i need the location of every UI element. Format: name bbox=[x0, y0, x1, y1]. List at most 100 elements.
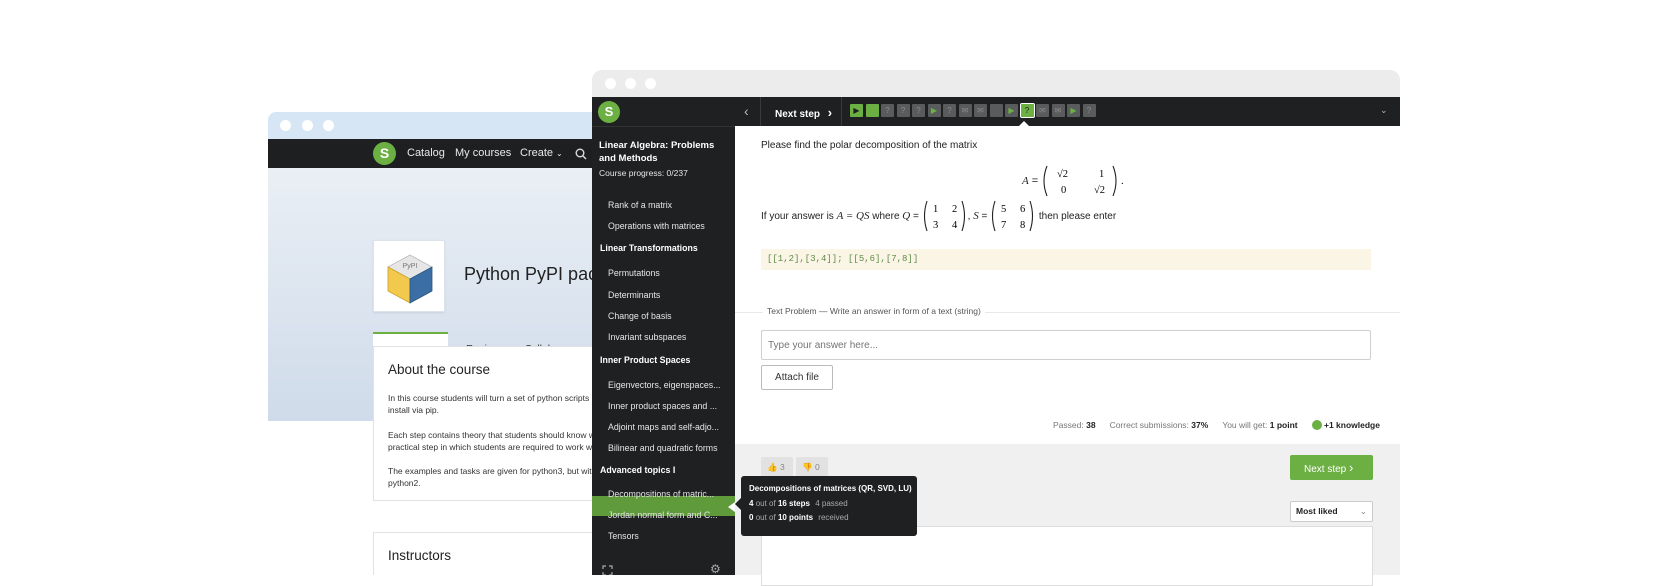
search-icon[interactable] bbox=[575, 148, 587, 160]
window-dot bbox=[280, 120, 291, 131]
back-arrow-icon[interactable]: ‹ bbox=[744, 103, 749, 119]
matrix-q: 1 2 3 4 bbox=[923, 200, 965, 232]
sidebar-lesson-item[interactable]: Operations with matrices bbox=[608, 221, 726, 231]
submission-stats: Passed: 38 Correct submissions: 37% You … bbox=[1053, 420, 1380, 430]
step-done-indicator[interactable] bbox=[865, 104, 879, 117]
expand-icon[interactable] bbox=[602, 565, 613, 575]
thumbs-up-icon: 👍 bbox=[767, 462, 778, 472]
stat-value: 1 point bbox=[1269, 420, 1298, 430]
answer-input[interactable] bbox=[761, 330, 1371, 360]
sidebar-lesson-item[interactable]: Inner product spaces and ... bbox=[608, 401, 726, 411]
stat-label: Passed: bbox=[1053, 420, 1084, 430]
stepik-logo-icon[interactable]: S bbox=[598, 101, 620, 123]
python-logo-image: PyPI bbox=[373, 240, 445, 312]
settings-gear-icon[interactable]: ⚙ bbox=[710, 562, 721, 575]
about-text-line: python2. bbox=[388, 478, 421, 488]
instructors-title: Instructors bbox=[388, 548, 452, 563]
sidebar-lesson-item[interactable]: Invariant subspaces bbox=[608, 332, 726, 342]
sidebar-lesson-item[interactable]: Determinants bbox=[608, 290, 726, 300]
knowledge-icon bbox=[1311, 420, 1322, 430]
attach-file-button[interactable]: Attach file bbox=[761, 365, 833, 390]
about-card: About the course In this course students… bbox=[373, 346, 598, 501]
step-quiz-icon[interactable]: ? bbox=[881, 104, 894, 117]
svg-text:√2: √2 bbox=[1094, 184, 1105, 196]
divider bbox=[760, 97, 761, 126]
svg-text:4: 4 bbox=[952, 220, 958, 231]
caret-left-icon bbox=[728, 502, 735, 512]
step-video-icon[interactable]: ▶ bbox=[1067, 104, 1080, 117]
course-title-line: and Methods bbox=[599, 153, 658, 164]
step-indicators: ▶??? ▶? ✉ ✉ ▶? ✉ ✉ ▶? bbox=[850, 97, 1110, 126]
sidebar-lesson-item[interactable]: Bilinear and quadratic forms bbox=[608, 443, 726, 453]
stepik-logo-icon[interactable]: S bbox=[373, 142, 396, 165]
step-quiz-icon[interactable]: ? bbox=[896, 104, 910, 117]
course-title[interactable]: Linear Algebra: Problems and Methods bbox=[599, 139, 714, 165]
step-text-icon[interactable]: ✉ bbox=[1036, 104, 1049, 117]
step-indicator[interactable] bbox=[989, 104, 1003, 117]
back-window-titlebar bbox=[268, 112, 598, 139]
math-expr: Q bbox=[902, 210, 911, 222]
chevron-right-icon: › bbox=[827, 105, 833, 120]
sidebar-lesson-item[interactable]: Jordan normal form and C... bbox=[608, 510, 726, 520]
sidebar-section-title: Advanced topics I bbox=[600, 465, 676, 475]
svg-text:√2: √2 bbox=[1057, 168, 1068, 180]
svg-text:2: 2 bbox=[952, 204, 957, 215]
next-step-button[interactable]: Next step › bbox=[1290, 455, 1373, 480]
svg-text:1: 1 bbox=[933, 204, 938, 215]
sidebar-lesson-item[interactable]: Eigenvectors, eigenspaces... bbox=[608, 380, 726, 390]
dislike-count: 0 bbox=[814, 462, 820, 472]
step-video-icon[interactable]: ▶ bbox=[850, 104, 863, 117]
nav-catalog[interactable]: Catalog bbox=[407, 147, 445, 159]
step-text-icon[interactable]: ✉ bbox=[958, 104, 972, 117]
window-dot bbox=[323, 120, 334, 131]
tooltip-value: 10 points bbox=[777, 513, 814, 522]
window-dot bbox=[645, 78, 656, 89]
chevron-down-icon: ⌄ bbox=[556, 149, 563, 158]
svg-text:8: 8 bbox=[1020, 220, 1025, 231]
about-paragraph: The examples and tasks are given for pyt… bbox=[388, 465, 598, 489]
answer-format-line: If your answer is A = QS where Q = 1 2 3… bbox=[761, 198, 1116, 234]
stat-value: 38 bbox=[1086, 420, 1096, 430]
sidebar-lesson-item[interactable]: Change of basis bbox=[608, 311, 726, 321]
svg-text:5: 5 bbox=[1001, 204, 1006, 215]
sidebar-lesson-item[interactable]: Decompositions of matric... bbox=[608, 489, 726, 499]
step-quiz-icon[interactable]: ? bbox=[1082, 104, 1096, 117]
step-video-icon[interactable]: ▶ bbox=[927, 104, 941, 117]
sort-select[interactable]: Most liked ⌄ bbox=[1290, 501, 1373, 522]
step-text-icon[interactable]: ✉ bbox=[974, 104, 987, 117]
dislike-button[interactable]: 👎 0 bbox=[796, 457, 828, 477]
tooltip-title: Decompositions of matrices (QR, SVD, LU) bbox=[749, 484, 912, 493]
about-paragraph: Each step contains theory that students … bbox=[388, 429, 598, 453]
step-quiz-icon[interactable]: ? bbox=[943, 104, 956, 117]
like-button[interactable]: 👍 3 bbox=[761, 457, 793, 477]
svg-text:6: 6 bbox=[1020, 204, 1025, 215]
sidebar-lesson-item[interactable]: Permutations bbox=[608, 268, 726, 278]
window-dot bbox=[605, 78, 616, 89]
answer-text: If your answer is bbox=[761, 210, 834, 222]
step-video-icon[interactable]: ▶ bbox=[1005, 104, 1018, 117]
answer-text: then please enter bbox=[1038, 210, 1117, 222]
step-quiz-icon[interactable]: ? bbox=[912, 104, 925, 117]
course-progress: Course progress: 0/237 bbox=[599, 168, 688, 178]
instructors-card: Instructors bbox=[373, 532, 598, 575]
back-navbar: S Catalog My courses Create ⌄ bbox=[268, 139, 598, 168]
topbar-next-step-button[interactable]: Next step › bbox=[775, 105, 832, 120]
knowledge-label: +1 knowledge bbox=[1323, 420, 1380, 430]
chevron-down-icon[interactable]: ⌄ bbox=[1380, 105, 1388, 116]
svg-text:7: 7 bbox=[1001, 220, 1006, 231]
matrix-s: 5 6 7 8 bbox=[992, 200, 1034, 232]
nav-my-courses[interactable]: My courses bbox=[455, 147, 511, 159]
step-text-icon[interactable]: ✉ bbox=[1051, 104, 1065, 117]
answer-text: where bbox=[872, 210, 900, 222]
sidebar-lesson-item[interactable]: Adjoint maps and self-adjo... bbox=[608, 422, 726, 432]
step-active-quiz-icon[interactable]: ? bbox=[1019, 103, 1035, 118]
svg-text:3: 3 bbox=[933, 220, 938, 231]
sidebar-lesson-item[interactable]: Rank of a matrix bbox=[608, 200, 726, 210]
tooltip-arrow bbox=[735, 498, 741, 510]
math-expr: S bbox=[973, 210, 979, 222]
sidebar-lesson-item[interactable]: Tensors bbox=[608, 531, 726, 541]
sidebar-section-title: Inner Product Spaces bbox=[600, 355, 691, 365]
divider bbox=[592, 126, 735, 127]
nav-create[interactable]: Create bbox=[520, 147, 553, 159]
example-code-block: [[1,2],[3,4]]; [[5,6],[7,8]] bbox=[761, 249, 1371, 270]
